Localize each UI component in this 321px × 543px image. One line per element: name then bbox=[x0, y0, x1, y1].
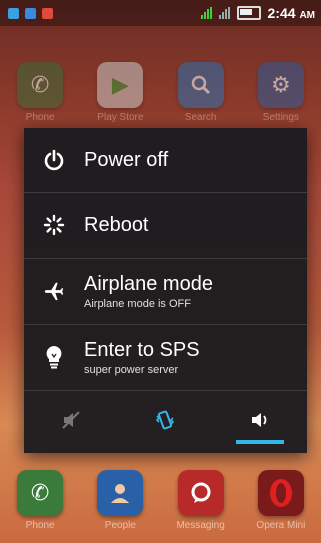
reboot-item[interactable]: Reboot bbox=[24, 193, 307, 257]
dock: ✆ Phone People Messaging Opera Mini bbox=[0, 470, 321, 531]
play-store-icon: ▶ bbox=[97, 62, 144, 108]
phone-icon: ✆ bbox=[17, 470, 64, 516]
bulb-icon bbox=[24, 345, 84, 369]
app-settings[interactable]: ⚙ Settings bbox=[246, 62, 316, 123]
battery-icon bbox=[236, 6, 261, 20]
power-icon bbox=[24, 149, 84, 171]
airplane-mode-status: Airplane mode is OFF bbox=[84, 297, 191, 310]
people-icon bbox=[97, 470, 144, 516]
enter-sps-label: Enter to SPS bbox=[84, 338, 200, 361]
volume-icon bbox=[249, 410, 271, 435]
app-phone[interactable]: ✆ Phone bbox=[5, 62, 75, 123]
enter-sps-item[interactable]: Enter to SPS super power server bbox=[24, 325, 307, 389]
dock-opera-mini[interactable]: Opera Mini bbox=[246, 470, 316, 531]
app-play-store[interactable]: ▶ Play Store bbox=[85, 62, 155, 123]
dock-phone[interactable]: ✆ Phone bbox=[5, 470, 75, 531]
airplane-mode-item[interactable]: Airplane mode Airplane mode is OFF bbox=[24, 259, 307, 323]
notification-icon bbox=[25, 7, 36, 19]
sound-on-mode-button[interactable] bbox=[230, 398, 290, 448]
phone-icon: ✆ bbox=[17, 62, 64, 108]
clock: 2:44 AM bbox=[267, 5, 315, 21]
power-off-label: Power off bbox=[84, 148, 169, 171]
vibrate-mode-button[interactable] bbox=[135, 398, 195, 448]
divider bbox=[24, 390, 307, 391]
enter-sps-subtitle: super power server bbox=[84, 363, 179, 376]
notification-icons bbox=[0, 7, 53, 19]
airplane-mode-label: Airplane mode bbox=[84, 272, 213, 295]
silent-icon bbox=[61, 410, 81, 435]
message-icon bbox=[42, 7, 53, 19]
search-icon bbox=[177, 62, 224, 108]
sound-mode-bar bbox=[24, 392, 307, 453]
signal-icon bbox=[200, 7, 212, 19]
settings-icon: ⚙ bbox=[257, 62, 304, 108]
home-apps-row: ✆ Phone ▶ Play Store Search ⚙ Settings bbox=[0, 62, 321, 123]
selected-indicator bbox=[235, 439, 284, 444]
silent-mode-button[interactable] bbox=[41, 398, 101, 448]
power-off-item[interactable]: Power off bbox=[24, 128, 307, 192]
reboot-icon bbox=[24, 214, 84, 236]
dock-people[interactable]: People bbox=[85, 470, 155, 531]
power-menu-dialog: Power off Reboot Airplane mode Airplane … bbox=[24, 128, 307, 453]
airplane-icon bbox=[24, 280, 84, 302]
messaging-icon bbox=[177, 470, 224, 516]
app-search[interactable]: Search bbox=[166, 62, 236, 123]
usb-icon bbox=[8, 7, 19, 19]
dock-messaging[interactable]: Messaging bbox=[166, 470, 236, 531]
opera-icon bbox=[257, 470, 304, 516]
signal-icon-sim2 bbox=[218, 7, 230, 19]
status-bar: 2:44 AM bbox=[0, 0, 321, 26]
vibrate-icon bbox=[154, 409, 176, 436]
reboot-label: Reboot bbox=[84, 213, 149, 236]
